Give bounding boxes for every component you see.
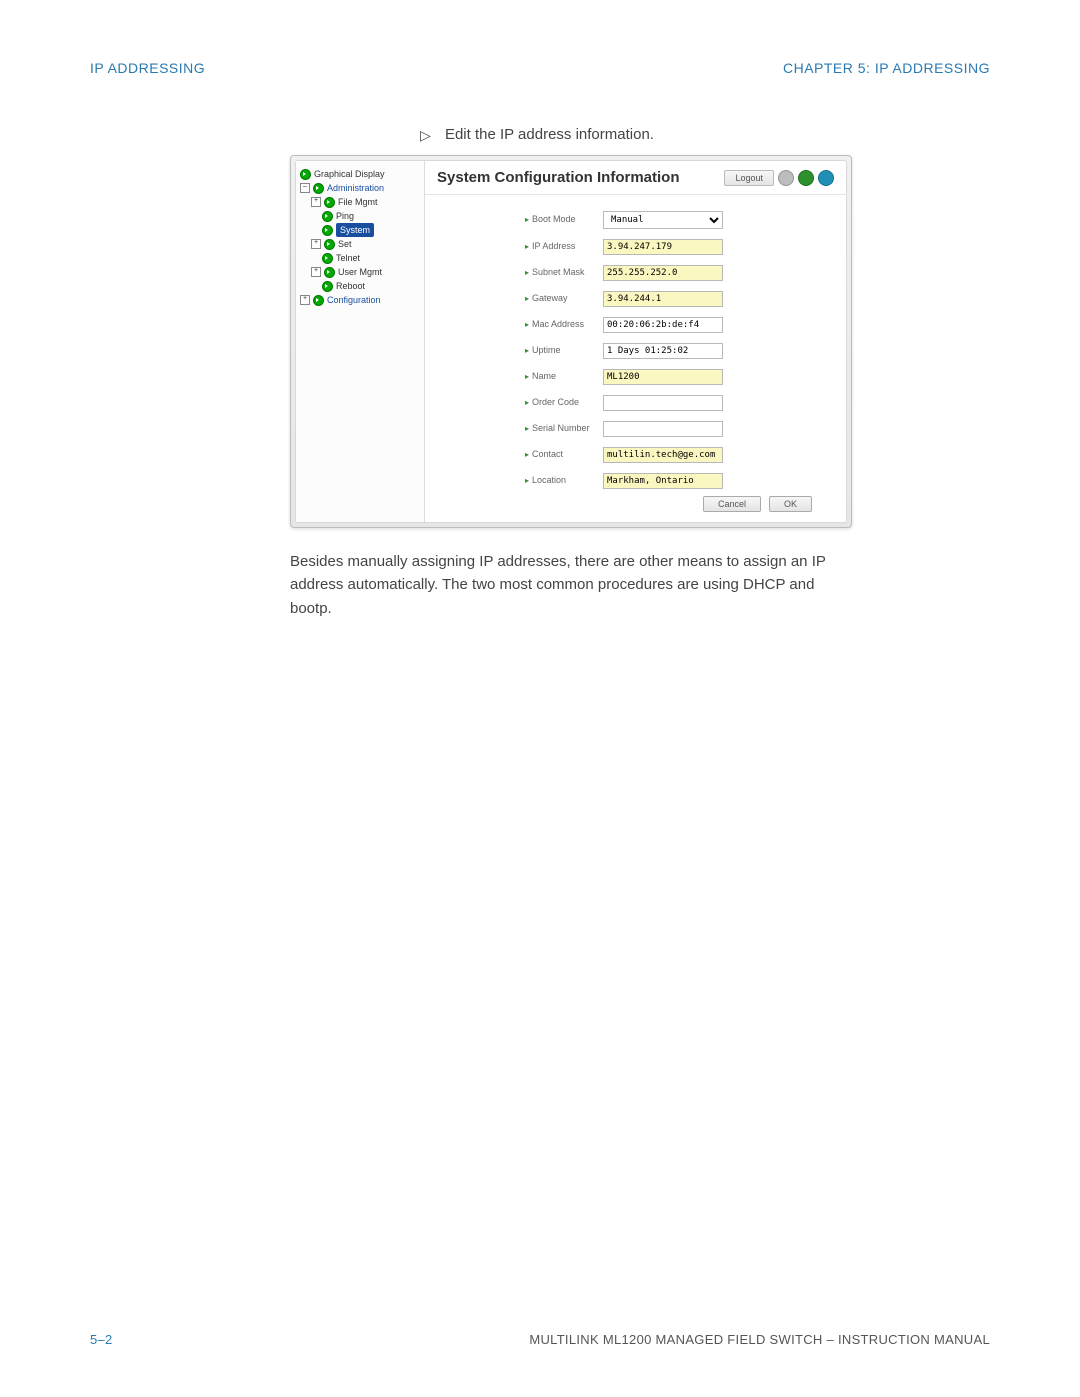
embedded-screenshot: Graphical Display – Administration + Fil… (290, 155, 852, 528)
topbar: System Configuration Information Logout (425, 161, 846, 195)
main-panel: System Configuration Information Logout … (425, 161, 846, 522)
bullet-icon (322, 281, 333, 292)
row-uptime: Uptime (525, 340, 822, 359)
sidebar-label: Telnet (336, 251, 360, 265)
uptime-input[interactable] (603, 343, 723, 359)
bullet-icon (322, 225, 333, 236)
bullet-icon (324, 197, 335, 208)
sidebar-item-telnet[interactable]: Telnet (300, 251, 420, 265)
expand-icon[interactable]: + (311, 267, 321, 277)
sidebar-label: Administration (327, 181, 384, 195)
page-footer: 5–2 MULTILINK ML1200 MANAGED FIELD SWITC… (90, 1332, 990, 1347)
ip-address-input[interactable] (603, 239, 723, 255)
app-window: Graphical Display – Administration + Fil… (295, 160, 847, 523)
expand-icon[interactable]: + (311, 197, 321, 207)
label-serial: Serial Number (525, 423, 603, 433)
sidebar-item-ping[interactable]: Ping (300, 209, 420, 223)
sidebar-item-administration[interactable]: – Administration (300, 181, 420, 195)
config-form: Boot Mode Manual IP Address Subnet Mask … (425, 195, 846, 522)
collapse-icon[interactable]: – (300, 183, 310, 193)
serial-input[interactable] (603, 421, 723, 437)
label-mac: Mac Address (525, 319, 603, 329)
print-icon[interactable] (778, 170, 794, 186)
bullet-icon (313, 295, 324, 306)
mac-input[interactable] (603, 317, 723, 333)
sidebar-label: User Mgmt (338, 265, 382, 279)
expand-icon[interactable]: + (311, 239, 321, 249)
page-header: IP ADDRESSING CHAPTER 5: IP ADDRESSING (90, 60, 990, 76)
row-ip-address: IP Address (525, 236, 822, 255)
sidebar-label: File Mgmt (338, 195, 378, 209)
contact-input[interactable] (603, 447, 723, 463)
sidebar-item-configuration[interactable]: + Configuration (300, 293, 420, 307)
sidebar-item-graphical-display[interactable]: Graphical Display (300, 167, 420, 181)
logout-button[interactable]: Logout (724, 170, 774, 186)
row-location: Location (525, 470, 822, 489)
refresh-icon[interactable] (798, 170, 814, 186)
sidebar-label: System (336, 223, 374, 237)
step-line: ▷ Edit the IP address information. (420, 126, 990, 143)
label-location: Location (525, 475, 603, 485)
sidebar-item-user-mgmt[interactable]: + User Mgmt (300, 265, 420, 279)
label-gateway: Gateway (525, 293, 603, 303)
bullet-icon (324, 239, 335, 250)
row-mac: Mac Address (525, 314, 822, 333)
sidebar: Graphical Display – Administration + Fil… (296, 161, 425, 522)
sidebar-label: Ping (336, 209, 354, 223)
expand-icon[interactable]: + (300, 295, 310, 305)
row-contact: Contact (525, 444, 822, 463)
sidebar-label: Graphical Display (314, 167, 385, 181)
sidebar-item-system[interactable]: System (300, 223, 420, 237)
sidebar-label: Reboot (336, 279, 365, 293)
help-icon[interactable] (818, 170, 834, 186)
label-boot-mode: Boot Mode (525, 214, 603, 224)
order-code-input[interactable] (603, 395, 723, 411)
body-paragraph: Besides manually assigning IP addresses,… (290, 550, 850, 620)
bullet-icon (313, 183, 324, 194)
label-name: Name (525, 371, 603, 381)
ok-button[interactable]: OK (769, 496, 812, 512)
step-text: Edit the IP address information. (445, 126, 654, 143)
sidebar-label: Configuration (327, 293, 381, 307)
label-subnet-mask: Subnet Mask (525, 267, 603, 277)
row-order-code: Order Code (525, 392, 822, 411)
bullet-icon (322, 211, 333, 222)
sidebar-item-set[interactable]: + Set (300, 237, 420, 251)
header-left: IP ADDRESSING (90, 60, 205, 76)
row-serial: Serial Number (525, 418, 822, 437)
row-subnet-mask: Subnet Mask (525, 262, 822, 281)
topbar-actions: Logout (724, 170, 834, 186)
header-right: CHAPTER 5: IP ADDRESSING (783, 60, 990, 76)
page-number: 5–2 (90, 1332, 113, 1347)
bullet-icon (300, 169, 311, 180)
label-order-code: Order Code (525, 397, 603, 407)
location-input[interactable] (603, 473, 723, 489)
triangle-icon: ▷ (420, 127, 431, 144)
row-name: Name (525, 366, 822, 385)
button-row: Cancel OK (703, 496, 822, 512)
row-gateway: Gateway (525, 288, 822, 307)
label-uptime: Uptime (525, 345, 603, 355)
manual-title: MULTILINK ML1200 MANAGED FIELD SWITCH – … (529, 1332, 990, 1347)
subnet-mask-input[interactable] (603, 265, 723, 281)
bullet-icon (324, 267, 335, 278)
page-title: System Configuration Information (437, 169, 680, 186)
page: IP ADDRESSING CHAPTER 5: IP ADDRESSING ▷… (0, 0, 1080, 1397)
bullet-icon (322, 253, 333, 264)
name-input[interactable] (603, 369, 723, 385)
row-boot-mode: Boot Mode Manual (525, 209, 822, 229)
cancel-button[interactable]: Cancel (703, 496, 761, 512)
gateway-input[interactable] (603, 291, 723, 307)
label-ip-address: IP Address (525, 241, 603, 251)
sidebar-item-reboot[interactable]: Reboot (300, 279, 420, 293)
sidebar-label: Set (338, 237, 352, 251)
sidebar-item-file-mgmt[interactable]: + File Mgmt (300, 195, 420, 209)
label-contact: Contact (525, 449, 603, 459)
boot-mode-select[interactable]: Manual (603, 211, 723, 229)
